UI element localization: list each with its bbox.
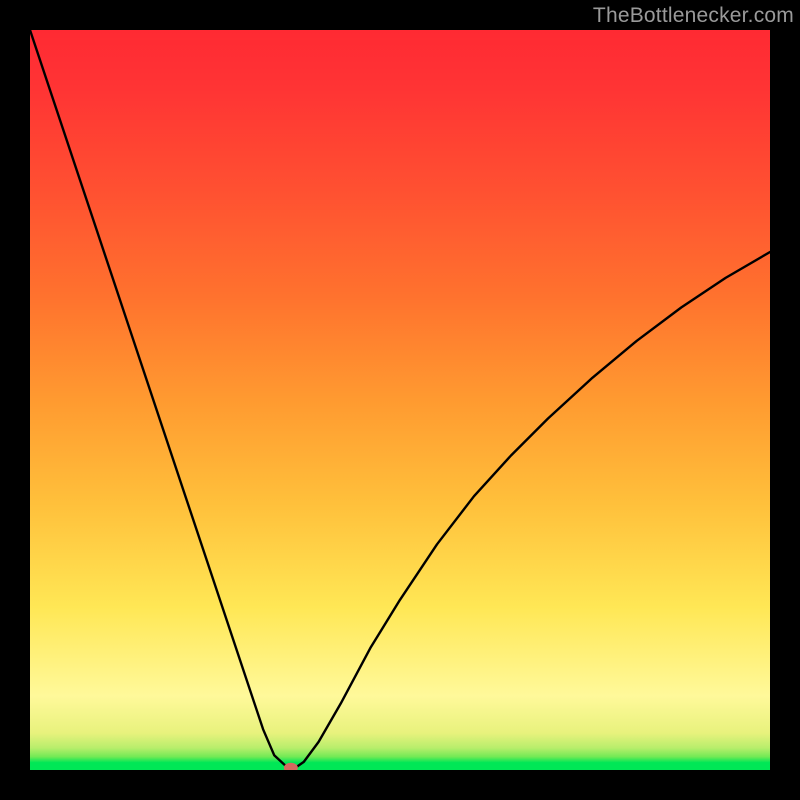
- bottleneck-curve: [30, 30, 770, 768]
- watermark-text: TheBottlenecker.com: [593, 4, 794, 28]
- optimal-point-marker: [284, 763, 298, 770]
- plot-svg: [30, 30, 770, 770]
- chart-frame: TheBottlenecker.com: [0, 0, 800, 800]
- plot-area: [30, 30, 770, 770]
